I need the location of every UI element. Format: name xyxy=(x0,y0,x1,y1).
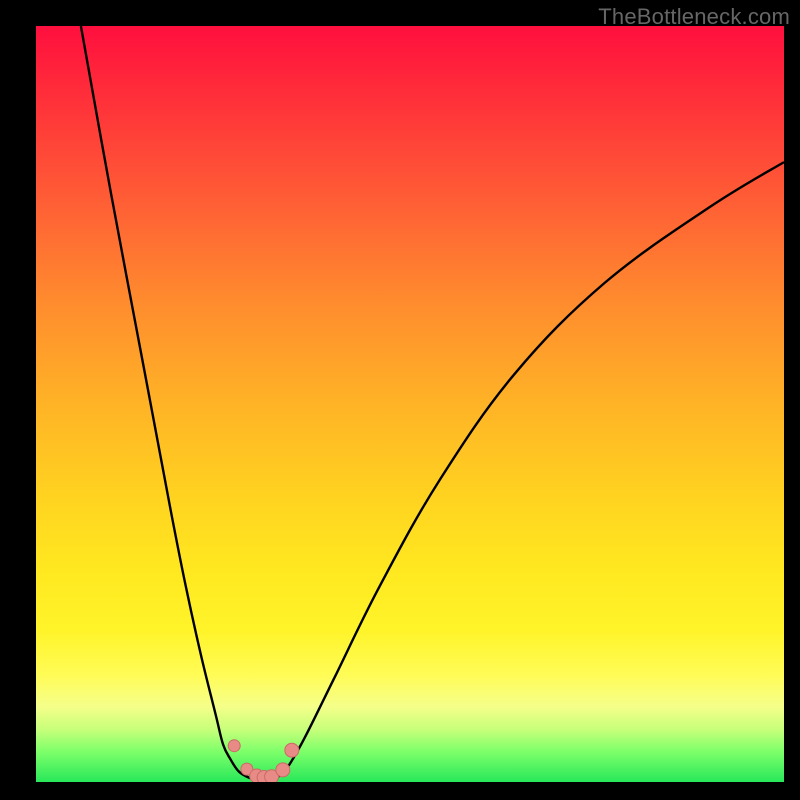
chart-frame: TheBottleneck.com xyxy=(0,0,800,800)
watermark-text: TheBottleneck.com xyxy=(598,4,790,30)
bottleneck-curve xyxy=(81,26,784,780)
valley-marker xyxy=(228,740,240,752)
valley-marker xyxy=(285,743,299,757)
curve-layer xyxy=(36,26,784,782)
plot-area xyxy=(36,26,784,782)
valley-marker xyxy=(276,763,290,777)
valley-markers xyxy=(228,740,299,782)
